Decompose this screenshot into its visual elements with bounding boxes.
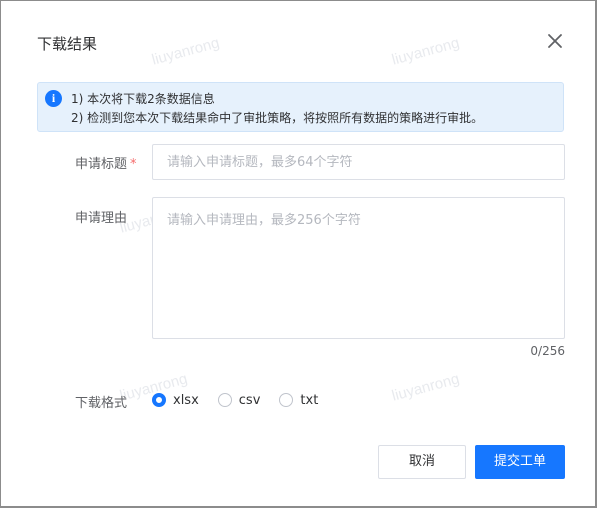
watermark: liuyanrong [389,370,462,405]
alert-line-2: 2) 检测到您本次下载结果命中了审批策略，将按照所有数据的策略进行审批。 [71,111,484,125]
dialog-title: 下载结果 [37,35,98,53]
reason-char-counter: 0/256 [530,344,565,358]
format-option-csv[interactable]: csv [217,392,261,408]
download-result-dialog: liuyanrong liuyanrong liuyanrong liuyanr… [1,1,595,506]
radio-checked-icon [152,393,166,407]
submit-ticket-button[interactable]: 提交工单 [475,445,565,479]
reason-label: 申请理由 [75,211,128,226]
info-icon: i [45,90,62,107]
title-label-text: 申请标题 [75,157,128,172]
reason-textarea[interactable] [152,197,565,339]
close-icon [548,34,562,48]
format-label: 下载格式 [75,396,128,411]
dialog-header: 下载结果 [1,1,595,81]
format-radio-group: xlsx csv txt [152,391,337,409]
title-label: 申请标题 * [75,153,137,172]
close-button[interactable] [545,31,565,51]
required-mark: * [130,157,137,172]
title-input[interactable] [152,144,565,180]
alert-line-1: 1) 本次将下载2条数据信息 [71,92,215,106]
format-option-txt[interactable]: txt [279,393,318,408]
cancel-button[interactable]: 取消 [378,445,466,479]
format-option-label: xlsx [173,392,199,408]
format-option-label: txt [300,392,319,408]
radio-unchecked-icon [217,393,232,407]
format-option-xlsx[interactable]: xlsx [152,393,199,408]
radio-unchecked-icon [279,393,294,407]
info-alert: i 1) 本次将下载2条数据信息 2) 检测到您本次下载结果命中了审批策略，将按… [37,82,564,132]
format-option-label: csv [238,392,261,408]
